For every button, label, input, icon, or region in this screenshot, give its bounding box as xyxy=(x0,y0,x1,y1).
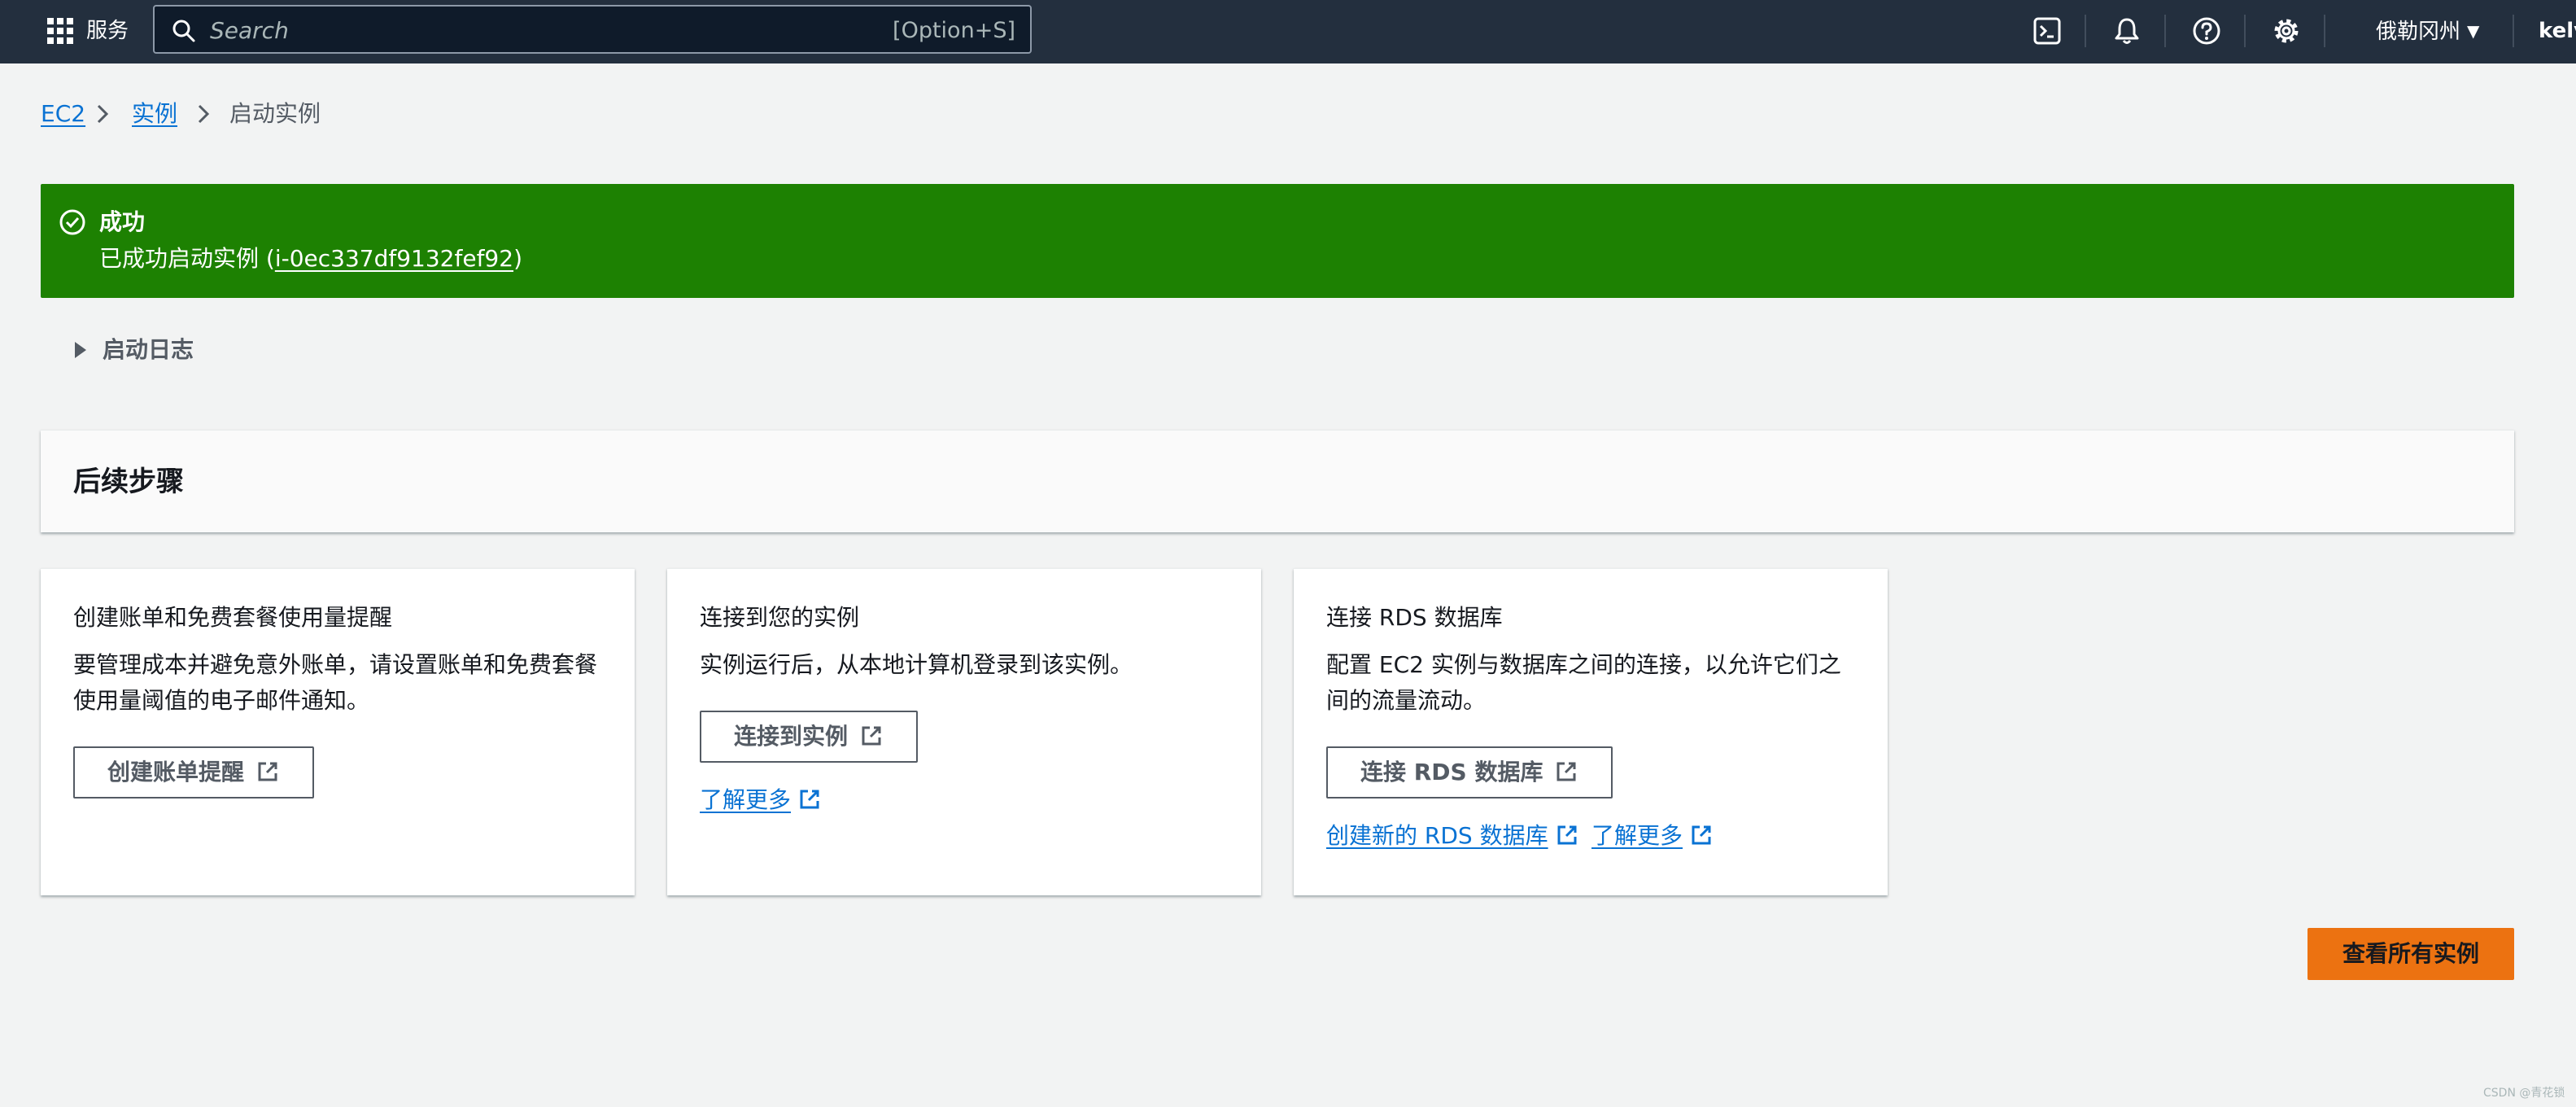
chevron-right-icon xyxy=(198,104,210,124)
link-label: 了解更多 xyxy=(700,786,792,813)
search-box[interactable]: [Option+S] xyxy=(153,5,1032,54)
external-link-icon xyxy=(1557,825,1577,845)
view-all-instances-button[interactable]: 查看所有实例 xyxy=(2307,928,2514,980)
card-description: 配置 EC2 实例与数据库之间的连接，以允许它们之间的流量流动。 xyxy=(1326,651,1841,714)
flash-title: 成功 xyxy=(99,208,146,235)
external-link-icon xyxy=(1692,825,1711,845)
settings-gear-icon[interactable] xyxy=(2270,15,2303,47)
watermark-text: CSDN @青花锁 xyxy=(2483,1087,2565,1100)
card-title: 创建账单和免费套餐使用量提醒 xyxy=(73,604,393,631)
nav-separator xyxy=(2324,15,2325,47)
region-label: 俄勒冈州 xyxy=(2376,20,2461,44)
services-grid-icon[interactable] xyxy=(46,16,75,46)
external-link-icon xyxy=(1557,762,1576,781)
nav-separator xyxy=(2085,15,2086,47)
nav-separator xyxy=(2513,15,2514,47)
launch-log-label: 启动日志 xyxy=(103,336,194,363)
billing-alert-card: 创建账单和免费套餐使用量提醒 要管理成本并避免意外账单，请设置账单和免费套餐使用… xyxy=(41,568,635,895)
connect-instance-card: 连接到您的实例 实例运行后，从本地计算机登录到该实例。 连接到实例 了解更多 xyxy=(667,568,1261,895)
connect-to-instance-button[interactable]: 连接到实例 xyxy=(700,711,919,763)
help-icon[interactable] xyxy=(2190,15,2223,47)
top-navigation: 服务 [Option+S] 俄勒冈州 ▼ kelvi xyxy=(0,0,2576,63)
flash-message-suffix: ) xyxy=(513,245,522,272)
caret-right-icon xyxy=(75,342,86,358)
breadcrumb-instances[interactable]: 实例 xyxy=(132,98,177,130)
instance-id-link[interactable]: i-0ec337df9132fef92 xyxy=(275,245,513,272)
search-shortcut-hint: [Option+S] xyxy=(893,18,1015,43)
flash-message-prefix: 已成功启动实例 ( xyxy=(99,245,275,272)
caret-down-icon: ▼ xyxy=(2467,21,2480,41)
card-title: 连接到您的实例 xyxy=(700,604,860,631)
button-label: 连接 RDS 数据库 xyxy=(1360,759,1543,785)
notifications-bell-icon[interactable] xyxy=(2111,15,2143,47)
cloudshell-icon[interactable] xyxy=(2031,15,2063,47)
region-selector[interactable]: 俄勒冈州 ▼ xyxy=(2376,15,2479,47)
chevron-right-icon xyxy=(97,104,109,124)
learn-more-link[interactable]: 了解更多 xyxy=(700,784,822,816)
breadcrumb-ec2[interactable]: EC2 xyxy=(41,98,85,130)
nav-separator xyxy=(2164,15,2166,47)
connect-rds-card: 连接 RDS 数据库 配置 EC2 实例与数据库之间的连接，以允许它们之间的流量… xyxy=(1294,568,1888,895)
button-label: 连接到实例 xyxy=(734,723,849,750)
connect-rds-database-button[interactable]: 连接 RDS 数据库 xyxy=(1326,746,1613,799)
success-flashbar: 成功 已成功启动实例 (i-0ec337df9132fef92) xyxy=(41,184,2514,298)
create-rds-database-link[interactable]: 创建新的 RDS 数据库 xyxy=(1326,820,1579,852)
card-description: 实例运行后，从本地计算机登录到该实例。 xyxy=(700,651,1133,678)
card-description: 要管理成本并避免意外账单，请设置账单和免费套餐使用量阈值的电子邮件通知。 xyxy=(73,651,598,714)
nav-separator xyxy=(2244,15,2246,47)
external-link-icon xyxy=(800,790,819,809)
services-menu-label[interactable]: 服务 xyxy=(86,16,129,46)
external-link-icon xyxy=(258,762,277,781)
breadcrumb-current: 启动实例 xyxy=(229,100,321,127)
link-label: 创建新的 RDS 数据库 xyxy=(1326,822,1548,849)
button-label: 创建账单提醒 xyxy=(107,759,245,785)
check-circle-icon xyxy=(59,209,85,235)
card-title: 连接 RDS 数据库 xyxy=(1326,604,1503,631)
link-label: 了解更多 xyxy=(1591,822,1683,849)
learn-more-link[interactable]: 了解更多 xyxy=(1591,820,1714,852)
search-icon xyxy=(172,20,195,42)
account-menu[interactable]: kelvi xyxy=(2539,15,2576,47)
create-billing-alert-button[interactable]: 创建账单提醒 xyxy=(73,746,315,799)
search-input[interactable] xyxy=(210,13,861,47)
next-steps-header: 后续步骤 xyxy=(41,430,2514,532)
next-steps-title: 后续步骤 xyxy=(73,466,184,498)
flash-message: 已成功启动实例 (i-0ec337df9132fef92) xyxy=(99,243,522,275)
external-link-icon xyxy=(862,726,881,746)
